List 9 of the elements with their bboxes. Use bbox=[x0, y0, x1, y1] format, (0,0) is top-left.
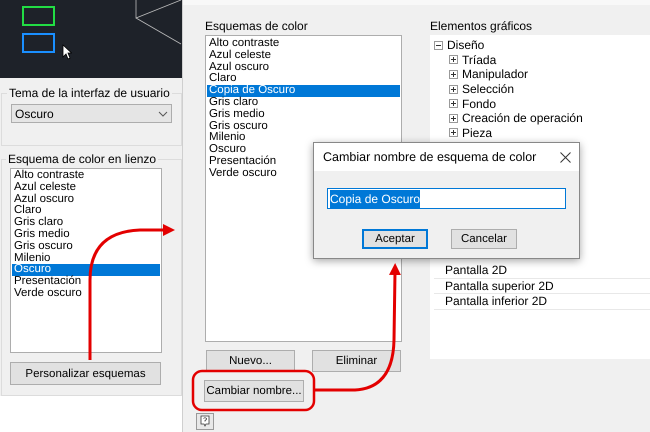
section-label: Esquemas de color bbox=[205, 19, 309, 33]
group-label: Esquema de color en lienzo bbox=[7, 151, 158, 168]
table-cell: Pantalla 2D bbox=[434, 263, 650, 278]
dropdown-value: Oscuro bbox=[15, 106, 54, 122]
table-cell: Pantalla inferior 2D bbox=[434, 294, 650, 310]
section-label: Elementos gráficos bbox=[430, 19, 534, 33]
group-label: Tema de la interfaz de usuario bbox=[8, 85, 171, 102]
field-value: Copia de Oscuro bbox=[330, 190, 420, 208]
table-cell: Pantalla superior 2D bbox=[434, 278, 650, 294]
